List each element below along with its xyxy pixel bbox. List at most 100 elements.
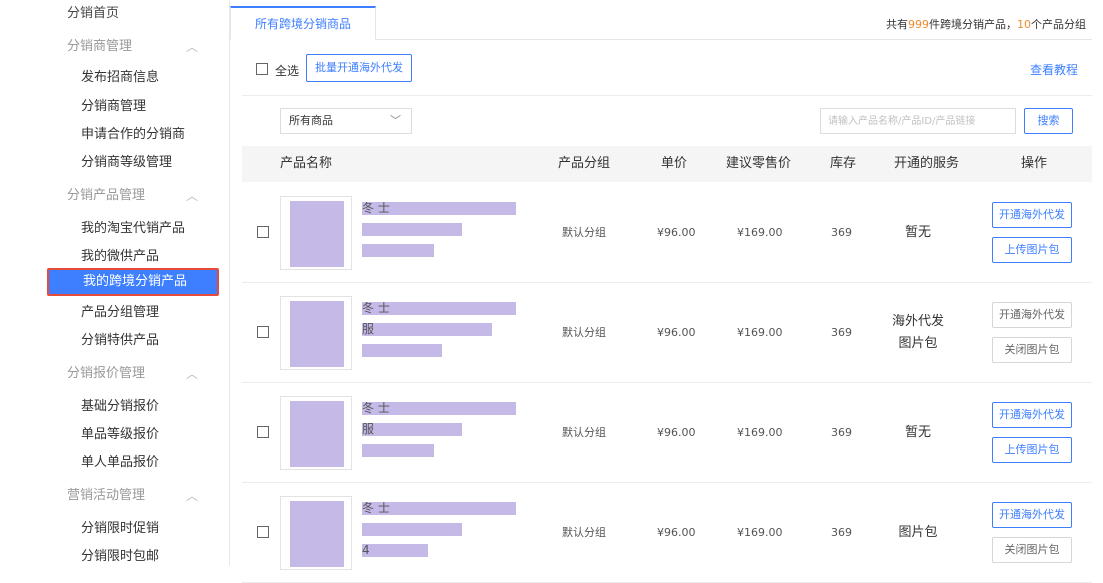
row-checkbox[interactable] [257, 326, 269, 338]
services: 海外代发 图片包 [882, 283, 954, 383]
product-name-line[interactable]: 冬 士 [362, 502, 516, 515]
select-all-checkbox[interactable] [256, 63, 268, 75]
product-name-line[interactable]: 4 [362, 544, 428, 557]
service-label: 海外代发 [891, 314, 944, 329]
sidebar-item-base-pricing[interactable]: 基础分销报价 [0, 393, 222, 421]
chevron-up-icon: ︿ [186, 367, 199, 381]
unit-price: ¥96.00 [657, 426, 696, 439]
table-row: 冬 士 服 默认分组 ¥96.00 ¥169.00 369 海外代发 图片包 开… [242, 283, 1092, 383]
service-label: 图片包 [898, 525, 938, 540]
sidebar: 分销首页 分销商管理 ︿ 发布招商信息 分销商管理 申请合作的分销商 分销商等级… [0, 0, 222, 566]
sidebar-item-product-groups[interactable]: 产品分组管理 [0, 299, 222, 327]
batch-enable-button[interactable]: 批量开通海外代发 [306, 54, 412, 82]
product-thumbnail[interactable] [280, 296, 352, 370]
sidebar-item-personal-pricing[interactable]: 单人单品报价 [0, 449, 222, 477]
product-name-line[interactable]: 服 [362, 323, 492, 336]
enable-overseas-button[interactable]: 开通海外代发 [992, 202, 1072, 228]
product-name-line[interactable] [362, 444, 434, 457]
product-thumbnail[interactable] [280, 396, 352, 470]
divider [229, 0, 230, 566]
summary-prefix: 共有 [886, 18, 908, 31]
product-name-line[interactable] [362, 244, 434, 257]
unit-price: ¥96.00 [657, 226, 696, 239]
sidebar-group-label: 分销商管理 [67, 39, 133, 54]
product-name-line[interactable]: 服 [362, 423, 462, 436]
table-row: 冬 士 默认分组 ¥96.00 ¥169.00 369 暂无 开通海外代发 上传… [242, 183, 1092, 283]
enable-overseas-button[interactable]: 开通海外代发 [992, 302, 1072, 328]
product-summary: 共有999件跨境分销产品，10个产品分组 [886, 16, 1086, 32]
stock: 369 [831, 426, 852, 439]
enable-overseas-button[interactable]: 开通海外代发 [992, 402, 1072, 428]
col-price: 单价 [661, 156, 688, 171]
chevron-down-icon: ﹀ [390, 114, 401, 127]
product-name-line[interactable] [362, 523, 462, 536]
redacted-image [290, 501, 344, 567]
select-all-label: 全选 [275, 64, 300, 78]
product-thumbnail[interactable] [280, 196, 352, 270]
upload-image-pack-button[interactable]: 上传图片包 [992, 437, 1072, 463]
unit-price: ¥96.00 [657, 326, 696, 339]
sidebar-group-marketing[interactable]: 营销活动管理 ︿ [0, 482, 222, 510]
sidebar-item-applications[interactable]: 申请合作的分销商 [0, 121, 222, 149]
product-name-line[interactable]: 冬 士 [362, 202, 516, 215]
sidebar-item-distributor-manage[interactable]: 分销商管理 [0, 93, 222, 121]
product-name-line[interactable]: 冬 士 [362, 402, 516, 415]
product-name-line[interactable] [362, 223, 462, 236]
tab-bar: 所有跨境分销商品 共有999件跨境分销产品，10个产品分组 [230, 6, 1092, 40]
sidebar-item-weigong-products[interactable]: 我的微供产品 [0, 243, 222, 271]
sidebar-item-special-products[interactable]: 分销特供产品 [0, 327, 222, 355]
col-name: 产品名称 [280, 156, 333, 171]
sidebar-item-level-pricing[interactable]: 单品等级报价 [0, 421, 222, 449]
product-filter-select[interactable]: 所有商品 ﹀ [280, 108, 412, 134]
summary-groups: 10 [1017, 18, 1031, 31]
tutorial-link[interactable]: 查看教程 [1030, 61, 1078, 78]
sidebar-item-free-shipping[interactable]: 分销限时包邮 [0, 543, 222, 571]
sidebar-item-crossborder-products[interactable]: 我的跨境分销产品 [47, 268, 219, 296]
retail-price: ¥169.00 [737, 326, 783, 339]
chevron-up-icon: ︿ [186, 40, 199, 54]
col-service: 开通的服务 [894, 156, 960, 171]
sidebar-group-label: 分销报价管理 [67, 366, 146, 381]
sidebar-item-taobao-products[interactable]: 我的淘宝代销产品 [0, 215, 222, 243]
summary-suffix: 个产品分组 [1031, 18, 1086, 31]
close-image-pack-button[interactable]: 关闭图片包 [992, 537, 1072, 563]
product-group: 默认分组 [562, 526, 606, 539]
sidebar-item-distributor-levels[interactable]: 分销商等级管理 [0, 149, 222, 177]
product-group: 默认分组 [562, 426, 606, 439]
select-value: 所有商品 [289, 114, 333, 127]
services: 暂无 [882, 383, 954, 483]
sidebar-item-publish-recruit[interactable]: 发布招商信息 [0, 64, 222, 92]
enable-overseas-button[interactable]: 开通海外代发 [992, 502, 1072, 528]
sidebar-group-products[interactable]: 分销产品管理 ︿ [0, 182, 222, 210]
col-group: 产品分组 [558, 156, 611, 171]
sidebar-item-home[interactable]: 分销首页 [0, 0, 222, 28]
sidebar-item-flash-sale[interactable]: 分销限时促销 [0, 515, 222, 543]
toolbar: 全选 批量开通海外代发 查看教程 [242, 52, 1092, 96]
service-label: 暂无 [904, 425, 931, 440]
search-button[interactable]: 搜索 [1024, 108, 1073, 134]
product-name-line[interactable] [362, 344, 442, 357]
table-row: 冬 士 服 默认分组 ¥96.00 ¥169.00 369 暂无 开通海外代发 … [242, 383, 1092, 483]
product-name-line[interactable]: 冬 士 [362, 302, 516, 315]
sidebar-group-distributor[interactable]: 分销商管理 ︿ [0, 33, 222, 61]
retail-price: ¥169.00 [737, 226, 783, 239]
summary-count: 999 [908, 18, 929, 31]
sidebar-group-label: 分销产品管理 [67, 188, 146, 203]
row-checkbox[interactable] [257, 526, 269, 538]
close-image-pack-button[interactable]: 关闭图片包 [992, 337, 1072, 363]
row-checkbox[interactable] [257, 226, 269, 238]
search-input[interactable] [820, 108, 1016, 134]
chevron-up-icon: ︿ [186, 189, 199, 203]
row-checkbox[interactable] [257, 426, 269, 438]
retail-price: ¥169.00 [737, 526, 783, 539]
product-group: 默认分组 [562, 226, 606, 239]
redacted-image [290, 401, 344, 467]
service-label: 图片包 [898, 336, 938, 351]
service-label: 暂无 [904, 225, 931, 240]
upload-image-pack-button[interactable]: 上传图片包 [992, 237, 1072, 263]
sidebar-group-pricing[interactable]: 分销报价管理 ︿ [0, 360, 222, 388]
services: 暂无 [882, 183, 954, 283]
tab-all-crossborder[interactable]: 所有跨境分销商品 [230, 6, 376, 40]
stock: 369 [831, 226, 852, 239]
product-thumbnail[interactable] [280, 496, 352, 570]
